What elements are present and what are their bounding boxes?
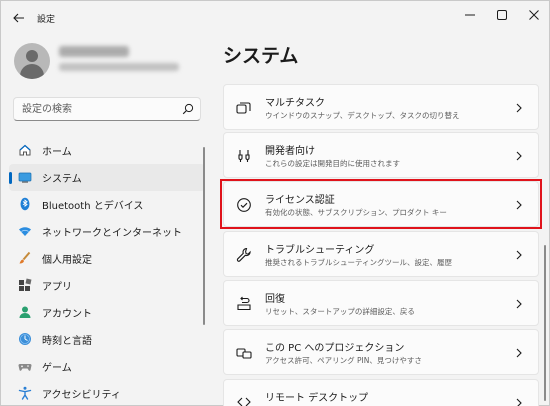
accessibility-icon	[18, 386, 32, 400]
title-bar: 設定	[1, 1, 549, 35]
close-button[interactable]	[517, 5, 550, 25]
wifi-icon	[18, 224, 32, 238]
close-icon	[529, 10, 539, 20]
card-title: 回復	[265, 294, 285, 305]
card-title: トラブルシューティング	[265, 245, 375, 256]
sidebar-nav: ホーム システム Bluetooth とデバイス ネットワークとインターネット …	[9, 137, 205, 406]
avatar-shoulders	[20, 64, 44, 79]
system-icon	[18, 170, 32, 184]
card-description: 推奨されるトラブルシューティングツール、設定、履歴	[265, 258, 453, 267]
highlight-annotation-box	[220, 179, 542, 229]
profile-email-blurred	[59, 63, 179, 71]
developer-icon	[235, 147, 253, 165]
multitasking-icon	[235, 99, 253, 117]
recovery-icon	[235, 295, 253, 313]
back-button[interactable]	[9, 9, 29, 27]
main-scrollbar[interactable]	[544, 245, 546, 401]
remote-desktop-icon	[235, 394, 253, 406]
card-description: ウインドウのスナップ、デスクトップ、タスクの切り替え	[265, 111, 460, 120]
sidebar-item-label: 時刻と言語	[42, 336, 92, 347]
maximize-button[interactable]	[485, 5, 519, 25]
sidebar-item-accounts[interactable]: アカウント	[9, 299, 205, 326]
search-box[interactable]	[13, 97, 201, 121]
sidebar-item-label: 個人用設定	[42, 255, 92, 266]
sidebar-item-gaming[interactable]: ゲーム	[9, 353, 205, 380]
sidebar-item-accessibility[interactable]: アクセシビリティ	[9, 380, 205, 406]
app-title: 設定	[37, 15, 56, 25]
avatar-head	[26, 50, 38, 62]
sidebar-item-bluetooth[interactable]: Bluetooth とデバイス	[9, 191, 205, 218]
projection-icon	[235, 344, 253, 362]
settings-card-remote-desktop[interactable]: リモート デスクトップ	[223, 379, 539, 406]
bluetooth-icon	[18, 197, 32, 211]
sidebar-item-label: アプリ	[42, 282, 72, 293]
sidebar-item-label: ホーム	[42, 147, 72, 158]
maximize-icon	[497, 10, 507, 20]
sidebar-item-home[interactable]: ホーム	[9, 137, 205, 164]
chevron-right-icon	[514, 346, 524, 360]
sidebar-item-label: Bluetooth とデバイス	[42, 201, 144, 212]
time-language-icon	[18, 332, 32, 346]
settings-card-developers[interactable]: 開発者向け これらの設定は開発目的に使用されます	[223, 132, 539, 178]
brush-icon	[18, 251, 32, 265]
sidebar-item-network[interactable]: ネットワークとインターネット	[9, 218, 205, 245]
sidebar-item-label: アクセシビリティ	[42, 390, 121, 401]
sidebar-item-time-language[interactable]: 時刻と言語	[9, 326, 205, 353]
search-input[interactable]	[22, 101, 172, 117]
page-title: システム	[223, 45, 299, 67]
back-arrow-icon	[13, 13, 24, 23]
card-description: これらの設定は開発目的に使用されます	[265, 159, 400, 168]
sidebar-scrollbar[interactable]	[203, 147, 205, 325]
profile-name-blurred	[59, 46, 129, 57]
account-icon	[18, 305, 32, 319]
wrench-icon	[235, 246, 253, 264]
sidebar-item-label: ゲーム	[42, 363, 72, 374]
search-icon[interactable]	[182, 103, 194, 115]
home-icon	[18, 143, 32, 157]
settings-card-projection[interactable]: この PC へのプロジェクション アクセス許可、ペアリング PIN、見つけやすさ	[223, 329, 539, 375]
card-title: マルチタスク	[265, 98, 325, 109]
card-title: 開発者向け	[265, 146, 315, 157]
settings-card-multitasking[interactable]: マルチタスク ウインドウのスナップ、デスクトップ、タスクの切り替え	[223, 84, 539, 130]
card-description: アクセス許可、ペアリング PIN、見つけやすさ	[265, 356, 422, 365]
sidebar-item-label: アカウント	[42, 309, 92, 320]
settings-card-recovery[interactable]: 回復 リセット、スタートアップの詳細設定、戻る	[223, 280, 539, 326]
settings-window: 設定 ホーム	[0, 0, 550, 406]
sidebar-item-system[interactable]: システム	[9, 164, 205, 191]
chevron-right-icon	[514, 101, 524, 115]
minimize-button[interactable]	[453, 5, 487, 25]
card-description: リセット、スタートアップの詳細設定、戻る	[265, 307, 415, 316]
apps-icon	[18, 278, 32, 292]
sidebar-item-label: ネットワークとインターネット	[42, 228, 182, 239]
chevron-right-icon	[514, 149, 524, 163]
chevron-right-icon	[514, 248, 524, 262]
minimize-icon	[465, 14, 475, 16]
chevron-right-icon	[514, 297, 524, 311]
avatar[interactable]	[14, 43, 50, 79]
game-icon	[18, 359, 32, 373]
chevron-right-icon	[514, 396, 524, 406]
card-title: この PC へのプロジェクション	[265, 343, 405, 354]
settings-card-troubleshoot[interactable]: トラブルシューティング 推奨されるトラブルシューティングツール、設定、履歴	[223, 231, 539, 277]
sidebar-item-label: システム	[42, 174, 82, 185]
card-title: リモート デスクトップ	[265, 393, 369, 404]
sidebar-item-apps[interactable]: アプリ	[9, 272, 205, 299]
sidebar-item-personalization[interactable]: 個人用設定	[9, 245, 205, 272]
